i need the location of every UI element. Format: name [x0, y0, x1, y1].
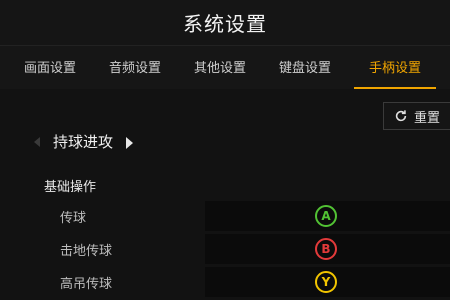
- previous-preset-arrow-icon[interactable]: [34, 137, 40, 147]
- tab-bar: 画面设置 音频设置 其他设置 键盘设置 手柄设置: [0, 45, 450, 89]
- binding-slot-lob-pass[interactable]: Y: [205, 267, 450, 297]
- tab-display-settings[interactable]: 画面设置: [14, 46, 86, 89]
- title-bar: 系统设置: [0, 0, 450, 45]
- reset-label: 重置: [414, 110, 441, 126]
- y-button-icon: Y: [315, 271, 337, 293]
- action-label-lob-pass: 高吊传球: [60, 277, 113, 292]
- refresh-icon: [395, 110, 407, 122]
- section-title: 基础操作: [44, 180, 97, 195]
- binding-slot-bounce-pass[interactable]: B: [205, 234, 450, 264]
- action-label-pass: 传球: [60, 211, 87, 226]
- window-title: 系统设置: [183, 12, 267, 36]
- preset-label: 持球进攻: [53, 133, 114, 151]
- reset-button[interactable]: 重置: [383, 102, 450, 130]
- b-button-icon: B: [315, 238, 337, 260]
- binding-slot-pass[interactable]: A: [205, 201, 450, 231]
- tab-audio-settings[interactable]: 音频设置: [99, 46, 171, 89]
- tab-keyboard-settings[interactable]: 键盘设置: [269, 46, 341, 89]
- action-label-bounce-pass: 击地传球: [60, 244, 113, 259]
- a-button-icon: A: [315, 205, 337, 227]
- tab-other-settings[interactable]: 其他设置: [184, 46, 256, 89]
- tab-controller-settings[interactable]: 手柄设置: [354, 46, 436, 89]
- next-preset-arrow-icon[interactable]: [126, 137, 133, 149]
